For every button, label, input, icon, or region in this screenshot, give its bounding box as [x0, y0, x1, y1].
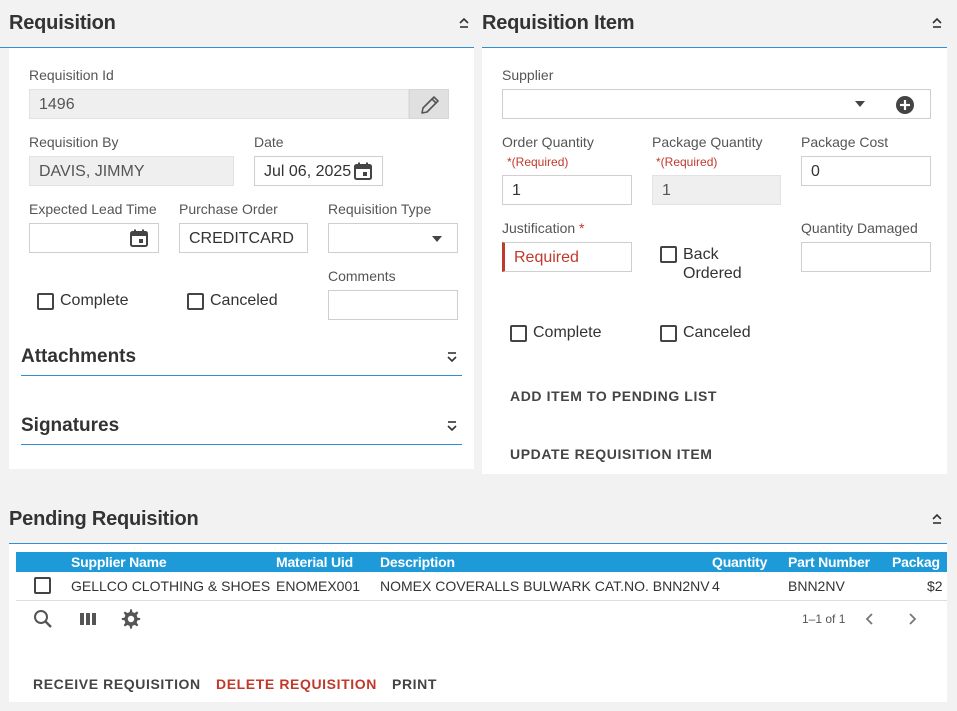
cell-package: $2: [892, 572, 947, 601]
item-complete-label: Complete: [533, 324, 602, 341]
calendar-icon[interactable]: [129, 228, 149, 248]
quantity-damaged-field[interactable]: [801, 242, 931, 272]
back-ordered-checkbox[interactable]: Back Ordered: [660, 245, 742, 283]
complete-label: Complete: [60, 292, 129, 309]
column-header-material-uid[interactable]: Material Uid: [276, 552, 380, 572]
checkbox-box[interactable]: [37, 292, 54, 310]
package-cost-label: Package Cost: [801, 134, 889, 150]
checkbox-box[interactable]: [660, 324, 677, 342]
column-header-part-number[interactable]: Part Number: [788, 552, 892, 572]
row-checkbox[interactable]: [34, 577, 51, 595]
requisition-item-header: Requisition Item: [482, 0, 947, 48]
date-label: Date: [254, 134, 284, 150]
purchase-order-label: Purchase Order: [179, 201, 278, 217]
back-ordered-label: Back Ordered: [683, 246, 742, 282]
dropdown-arrow-icon[interactable]: [855, 101, 865, 107]
cell-description: NOMEX COVERALLS BULWARK CAT.NO. BNN2NV: [380, 572, 712, 601]
date-value: Jul 06, 2025: [264, 163, 352, 180]
requisition-by-field: DAVIS, JIMMY: [29, 156, 234, 186]
package-cost-field[interactable]: 0: [801, 156, 931, 186]
pending-table: Supplier Name Material Uid Description Q…: [16, 552, 947, 601]
item-canceled-checkbox[interactable]: Canceled: [660, 324, 751, 342]
add-circle-icon[interactable]: [895, 95, 915, 115]
cell-material-uid: ENOMEX001: [276, 572, 380, 601]
column-header-quantity[interactable]: Quantity: [712, 552, 788, 572]
requisition-header: Requisition: [0, 0, 474, 48]
pending-requisition-header: Pending Requisition: [9, 496, 947, 544]
update-item-button[interactable]: UPDATE REQUISITION ITEM: [510, 446, 713, 462]
attachments-title: Attachments: [21, 346, 137, 367]
row-checkbox-cell[interactable]: [16, 572, 71, 601]
chevron-right-icon[interactable]: [908, 612, 918, 626]
receive-requisition-button[interactable]: RECEIVE REQUISITION: [33, 676, 201, 692]
signatures-section[interactable]: Signatures: [21, 409, 462, 445]
checkbox-box[interactable]: [187, 292, 204, 310]
justification-field[interactable]: Required: [502, 242, 632, 272]
requisition-id-field: 1496: [29, 89, 409, 119]
order-quantity-field[interactable]: 1: [502, 175, 632, 205]
package-quantity-required: *(Required): [656, 155, 718, 169]
order-quantity-required: *(Required): [507, 155, 569, 169]
requisition-id-label: Requisition Id: [29, 67, 114, 83]
edit-button[interactable]: [409, 89, 449, 119]
columns-icon[interactable]: [78, 609, 98, 629]
column-header-package[interactable]: Packag: [892, 552, 947, 572]
table-header-row: Supplier Name Material Uid Description Q…: [16, 552, 947, 572]
cell-supplier-name: GELLCO CLOTHING & SHOES: [71, 572, 276, 601]
pagination-info: 1–1 of 1: [802, 612, 846, 626]
package-quantity-field: 1: [652, 175, 781, 205]
expand-icon[interactable]: [446, 350, 458, 364]
order-quantity-label: Order Quantity: [502, 134, 594, 150]
justification-label: Justification *: [502, 220, 585, 236]
chevron-left-icon[interactable]: [864, 612, 874, 626]
item-complete-checkbox[interactable]: Complete: [510, 324, 601, 342]
calendar-icon[interactable]: [353, 161, 373, 181]
add-item-button[interactable]: ADD ITEM TO PENDING LIST: [510, 388, 717, 404]
attachments-section[interactable]: Attachments: [21, 340, 462, 376]
lead-time-label: Expected Lead Time: [29, 201, 157, 217]
column-header-supplier-name[interactable]: Supplier Name: [71, 552, 276, 572]
requisition-item-title: Requisition Item: [482, 12, 635, 34]
pencil-icon: [421, 96, 439, 114]
item-canceled-label: Canceled: [683, 324, 751, 341]
cell-quantity: 4: [712, 572, 788, 601]
canceled-checkbox[interactable]: Canceled: [187, 292, 278, 310]
requisition-panel: Requisition Requisition Id 1496 Requisit…: [0, 0, 474, 469]
expand-icon[interactable]: [446, 419, 458, 433]
quantity-damaged-label: Quantity Damaged: [801, 220, 918, 236]
supplier-label: Supplier: [502, 67, 554, 83]
comments-field[interactable]: [328, 290, 458, 320]
requisition-type-label: Requisition Type: [328, 201, 432, 217]
requisition-title: Requisition: [9, 12, 116, 34]
print-button[interactable]: PRINT: [392, 676, 437, 692]
search-icon[interactable]: [33, 609, 53, 629]
pending-requisition-panel: Pending Requisition Supplier Name Materi…: [9, 496, 947, 702]
requisition-item-panel: Requisition Item Supplier Order Quantity…: [482, 0, 947, 474]
select-column-header: [16, 552, 71, 572]
checkbox-box[interactable]: [660, 246, 677, 263]
complete-checkbox[interactable]: Complete: [37, 292, 128, 310]
checkbox-box[interactable]: [510, 324, 527, 342]
column-header-description[interactable]: Description: [380, 552, 712, 572]
collapse-icon[interactable]: [458, 16, 470, 30]
pending-requisition-title: Pending Requisition: [9, 508, 199, 530]
collapse-icon[interactable]: [931, 16, 943, 30]
gear-icon[interactable]: [120, 608, 142, 630]
signatures-title: Signatures: [21, 415, 120, 436]
collapse-icon[interactable]: [931, 512, 943, 526]
purchase-order-field[interactable]: CREDITCARD: [179, 223, 308, 253]
supplier-select[interactable]: [502, 89, 931, 119]
table-row[interactable]: GELLCO CLOTHING & SHOES ENOMEX001 NOMEX …: [16, 572, 947, 601]
dropdown-arrow-icon[interactable]: [432, 236, 442, 242]
delete-requisition-button[interactable]: DELETE REQUISITION: [216, 676, 377, 692]
cell-part-number: BNN2NV: [788, 572, 892, 601]
canceled-label: Canceled: [210, 292, 278, 309]
package-quantity-label: Package Quantity: [652, 134, 763, 150]
requisition-by-label: Requisition By: [29, 134, 119, 150]
comments-label: Comments: [328, 268, 396, 284]
